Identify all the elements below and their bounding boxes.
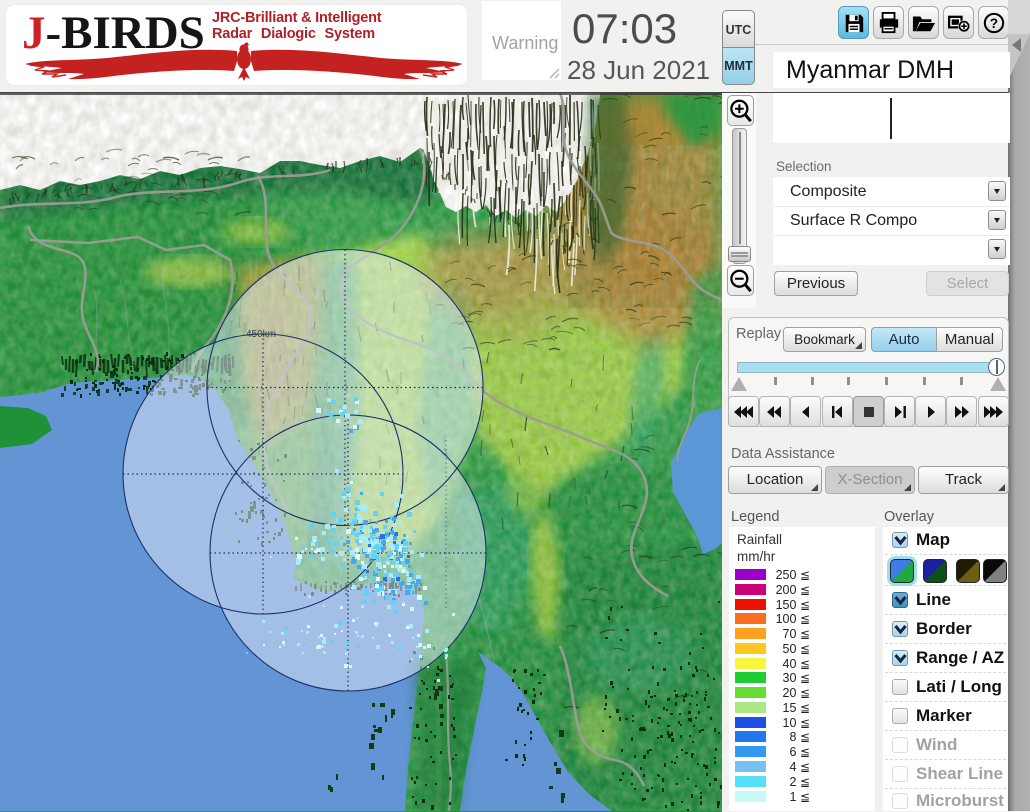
svg-text:450km: 450km xyxy=(246,329,276,340)
svg-text:?: ? xyxy=(989,16,997,31)
